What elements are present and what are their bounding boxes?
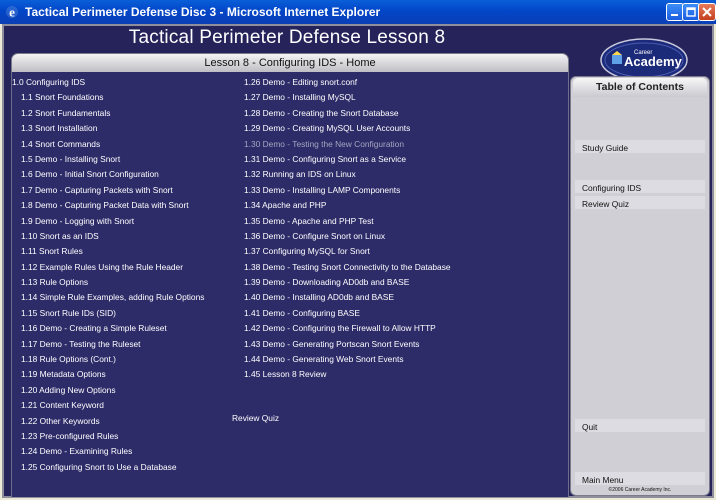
lesson-link[interactable]: 1.41 Demo - Configuring BASE <box>244 308 451 323</box>
lesson-link[interactable]: 1.28 Demo - Creating the Snort Database <box>244 108 451 123</box>
copyright-text: ©2006 Career Academy Inc. <box>608 487 672 493</box>
lesson-link[interactable]: 1.0 Configuring IDS <box>12 77 204 92</box>
toc-title: Table of Contents <box>573 78 707 97</box>
lesson-link[interactable]: 1.4 Snort Commands <box>12 139 204 154</box>
lesson-link[interactable]: 1.38 Demo - Testing Snort Connectivity t… <box>244 262 451 277</box>
lesson-link[interactable]: 1.20 Adding New Options <box>12 385 204 400</box>
window-title: Tactical Perimeter Defense Disc 3 - Micr… <box>25 5 381 19</box>
lesson-list-panel: 1.0 Configuring IDS 1.1 Snort Foundations… <box>11 72 569 497</box>
lesson-link[interactable]: 1.3 Snort Installation <box>12 123 204 138</box>
lesson-link[interactable]: 1.45 Lesson 8 Review <box>244 369 451 384</box>
lesson-link[interactable]: 1.15 Snort Rule IDs (SID) <box>12 308 204 323</box>
lesson-link[interactable]: 1.37 Configuring MySQL for Snort <box>244 246 451 261</box>
lesson-link[interactable]: 1.11 Snort Rules <box>12 246 204 261</box>
lesson-link[interactable]: 1.12 Example Rules Using the Rule Header <box>12 262 204 277</box>
configuring-ids-link[interactable]: Configuring IDS <box>582 183 641 193</box>
lesson-link[interactable]: 1.18 Rule Options (Cont.) <box>12 354 204 369</box>
lesson-list-right: 1.26 Demo - Editing snort.conf 1.27 Demo … <box>244 77 451 385</box>
lesson-link[interactable]: 1.27 Demo - Installing MySQL <box>244 92 451 107</box>
lesson-link[interactable]: 1.19 Metadata Options <box>12 369 204 384</box>
lesson-link[interactable]: 1.36 Demo - Configure Snort on Linux <box>244 231 451 246</box>
lesson-link[interactable]: 1.5 Demo - Installing Snort <box>12 154 204 169</box>
quit-link[interactable]: Quit <box>582 422 597 432</box>
lesson-list-left: 1.0 Configuring IDS 1.1 Snort Foundations… <box>12 77 204 477</box>
lesson-link[interactable]: 1.34 Apache and PHP <box>244 200 451 215</box>
study-guide-link[interactable]: Study Guide <box>582 143 628 153</box>
lesson-link[interactable]: 1.30 Demo - Testing the New Configuratio… <box>244 139 451 154</box>
lesson-link[interactable]: 1.2 Snort Fundamentals <box>12 108 204 123</box>
lesson-link[interactable]: 1.29 Demo - Creating MySQL User Accounts <box>244 123 451 138</box>
lesson-link[interactable]: 1.42 Demo - Configuring the Firewall to … <box>244 323 451 338</box>
lesson-link[interactable]: 1.6 Demo - Initial Snort Configuration <box>12 169 204 184</box>
main-menu-link[interactable]: Main Menu <box>582 475 623 485</box>
lesson-link[interactable]: 1.43 Demo - Generating Portscan Snort Ev… <box>244 339 451 354</box>
lesson-link[interactable]: 1.26 Demo - Editing snort.conf <box>244 77 451 92</box>
lesson-link[interactable]: 1.31 Demo - Configuring Snort as a Servi… <box>244 154 451 169</box>
lesson-link[interactable]: 1.21 Content Keyword <box>12 400 204 415</box>
page-subtitle: Lesson 8 - Configuring IDS - Home <box>11 53 569 73</box>
lesson-link[interactable]: 1.13 Rule Options <box>12 277 204 292</box>
lesson-link[interactable]: 1.14 Simple Rule Examples, adding Rule O… <box>12 292 204 307</box>
lesson-link[interactable]: 1.40 Demo - Installing AD0db and BASE <box>244 292 451 307</box>
page-title: Tactical Perimeter Defense Lesson 8 <box>128 27 446 48</box>
lesson-link[interactable]: 1.23 Pre-configured Rules <box>12 431 204 446</box>
lesson-link[interactable]: 1.8 Demo - Capturing Packet Data with Sn… <box>12 200 204 215</box>
lesson-link[interactable]: 1.16 Demo - Creating a Simple Ruleset <box>12 323 204 338</box>
table-of-contents-sidebar: Table of Contents Study Guide Configurin… <box>570 76 710 496</box>
internet-explorer-icon: e <box>6 5 18 19</box>
maximize-icon <box>686 7 696 17</box>
review-quiz-link[interactable]: Review Quiz <box>232 413 279 423</box>
svg-text:e: e <box>9 5 15 19</box>
lesson-link[interactable]: 1.24 Demo - Examining Rules <box>12 446 204 461</box>
sidebar-review-quiz-link[interactable]: Review Quiz <box>582 199 629 209</box>
close-icon <box>702 7 712 17</box>
lesson-link[interactable]: 1.32 Running an IDS on Linux <box>244 169 451 184</box>
browser-content: Tactical Perimeter Defense Lesson 8 Less… <box>2 24 714 498</box>
lesson-link[interactable]: 1.10 Snort as an IDS <box>12 231 204 246</box>
lesson-link[interactable]: 1.33 Demo - Installing LAMP Components <box>244 185 451 200</box>
lesson-link[interactable]: 1.44 Demo - Generating Web Snort Events <box>244 354 451 369</box>
logo-text: Academy <box>624 54 683 69</box>
lesson-link[interactable]: 1.17 Demo - Testing the Ruleset <box>12 339 204 354</box>
minimize-icon <box>671 14 678 16</box>
lesson-link[interactable]: 1.9 Demo - Logging with Snort <box>12 216 204 231</box>
lesson-link[interactable]: 1.35 Demo - Apache and PHP Test <box>244 216 451 231</box>
lesson-link[interactable]: 1.39 Demo - Downloading AD0db and BASE <box>244 277 451 292</box>
lesson-link[interactable]: 1.25 Configuring Snort to Use a Database <box>12 462 204 477</box>
lesson-link[interactable]: 1.7 Demo - Capturing Packets with Snort <box>12 185 204 200</box>
window-titlebar[interactable]: e Tactical Perimeter Defense Disc 3 - Mi… <box>0 0 716 24</box>
lesson-link[interactable]: 1.22 Other Keywords <box>12 416 204 431</box>
close-button[interactable] <box>698 3 716 21</box>
lesson-link[interactable]: 1.1 Snort Foundations <box>12 92 204 107</box>
